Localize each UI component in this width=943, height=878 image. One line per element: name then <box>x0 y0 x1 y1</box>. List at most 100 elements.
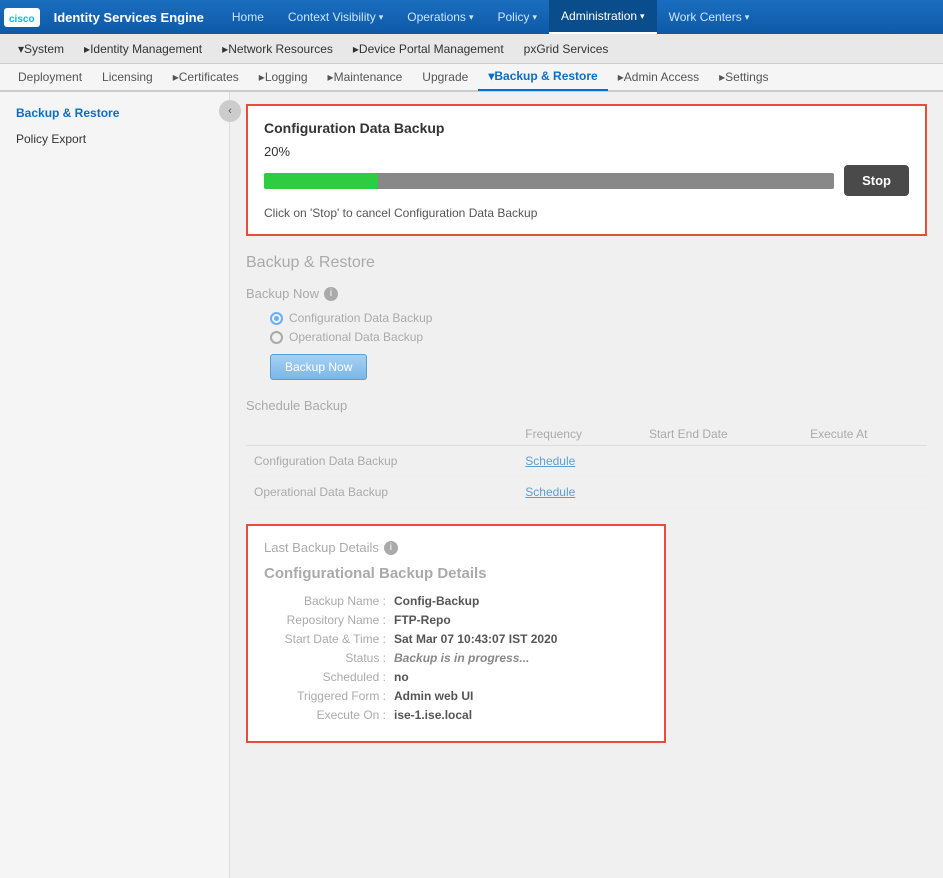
third-nav-upgrade[interactable]: Upgrade <box>412 63 478 91</box>
nav-work-centers[interactable]: Work Centers ▾ <box>657 0 762 34</box>
main-layout: ‹ Backup & Restore Policy Export Configu… <box>0 92 943 878</box>
second-nav-identity-mgmt[interactable]: ▸ Identity Management <box>74 34 212 64</box>
schedule-operational-start-end <box>802 477 927 508</box>
progress-hint: Click on 'Stop' to cancel Configuration … <box>264 206 909 220</box>
nav-work-centers-label: Work Centers <box>669 10 742 24</box>
schedule-col-name <box>246 423 517 446</box>
second-nav-bar: ▾ System ▸ Identity Management ▸ Network… <box>0 34 943 64</box>
radio-config-data-backup[interactable]: Configuration Data Backup <box>270 311 927 325</box>
schedule-table: Frequency Start End Date Execute At Conf… <box>246 423 927 508</box>
detail-label-scheduled: Scheduled : <box>264 670 394 684</box>
third-nav-admin-access[interactable]: ▸ Admin Access <box>608 63 709 91</box>
nav-context-visibility[interactable]: Context Visibility ▾ <box>276 0 395 34</box>
nav-administration[interactable]: Administration ▾ <box>549 0 657 34</box>
third-nav-backup-restore[interactable]: ▾ Backup & Restore <box>478 63 607 91</box>
progress-row: Stop <box>264 165 909 196</box>
progress-percent: 20% <box>264 144 909 159</box>
schedule-operational-frequency <box>641 477 802 508</box>
backup-now-label: Backup Now <box>246 286 319 301</box>
radio-config-data-backup-label: Configuration Data Backup <box>289 311 432 325</box>
backup-type-radio-group: Configuration Data Backup Operational Da… <box>270 311 927 344</box>
sidebar-item-policy-export[interactable]: Policy Export <box>0 126 229 152</box>
detail-row-start-date-time: Start Date & Time : Sat Mar 07 10:43:07 … <box>264 632 648 646</box>
detail-value-start-date-time: Sat Mar 07 10:43:07 IST 2020 <box>394 632 557 646</box>
sidebar-collapse-btn[interactable]: ‹ <box>219 100 241 122</box>
progress-bar-background <box>264 173 834 189</box>
third-nav-licensing[interactable]: Licensing <box>92 63 163 91</box>
schedule-operational-link[interactable]: Schedule <box>525 485 575 499</box>
detail-row-triggered-form: Triggered Form : Admin web UI <box>264 689 648 703</box>
nav-operations-arrow: ▾ <box>469 12 474 23</box>
stop-button[interactable]: Stop <box>844 165 909 196</box>
third-nav-licensing-label: Licensing <box>102 70 153 84</box>
nav-context-visibility-arrow: ▾ <box>379 12 384 23</box>
schedule-operational-schedule-link[interactable]: Schedule <box>517 477 641 508</box>
backup-restore-section-title: Backup & Restore <box>246 254 927 272</box>
detail-value-execute-on: ise-1.ise.local <box>394 708 472 722</box>
detail-row-backup-name: Backup Name : Config-Backup <box>264 594 648 608</box>
second-nav-system[interactable]: ▾ System <box>8 34 74 64</box>
schedule-col-start-end: Start End Date <box>641 423 802 446</box>
third-nav-logging-label: Logging <box>265 70 308 84</box>
detail-row-status: Status : Backup is in progress... <box>264 651 648 665</box>
cisco-logo-box: cisco <box>4 8 40 27</box>
third-nav-upgrade-label: Upgrade <box>422 70 468 84</box>
nav-policy-arrow: ▾ <box>532 12 537 23</box>
second-nav-identity-label: Identity Management <box>90 42 202 56</box>
sidebar-item-backup-restore[interactable]: Backup & Restore <box>0 100 229 126</box>
app-title: Identity Services Engine <box>54 10 204 25</box>
progress-title: Configuration Data Backup <box>264 120 909 136</box>
third-nav-maintenance[interactable]: ▸ Maintenance <box>318 63 413 91</box>
radio-operational-data-backup-btn[interactable] <box>270 331 283 344</box>
detail-label-status: Status : <box>264 651 394 665</box>
third-nav-certificates-label: Certificates <box>179 70 239 84</box>
schedule-config-frequency <box>641 446 802 477</box>
detail-value-backup-name: Config-Backup <box>394 594 479 608</box>
last-backup-header: Last Backup Details i <box>264 540 648 555</box>
schedule-config-start-end <box>802 446 927 477</box>
nav-work-centers-arrow: ▾ <box>745 12 750 23</box>
nav-operations[interactable]: Operations ▾ <box>395 0 485 34</box>
detail-label-backup-name: Backup Name : <box>264 594 394 608</box>
second-nav-network-resources[interactable]: ▸ Network Resources <box>212 34 343 64</box>
detail-row-execute-on: Execute On : ise-1.ise.local <box>264 708 648 722</box>
radio-config-data-backup-btn[interactable] <box>270 312 283 325</box>
third-nav-settings-label: Settings <box>725 70 768 84</box>
second-nav-device-portal[interactable]: ▸ Device Portal Management <box>343 34 514 64</box>
sidebar-item-policy-export-label: Policy Export <box>16 132 86 146</box>
last-backup-info-icon[interactable]: i <box>384 541 398 555</box>
radio-operational-data-backup[interactable]: Operational Data Backup <box>270 330 927 344</box>
schedule-config-schedule-link[interactable]: Schedule <box>517 446 641 477</box>
backup-now-info-icon[interactable]: i <box>324 287 338 301</box>
cisco-logo-text: cisco <box>9 14 35 25</box>
third-nav-settings[interactable]: ▸ Settings <box>709 63 778 91</box>
third-nav-deployment[interactable]: Deployment <box>8 63 92 91</box>
third-nav-bar: Deployment Licensing ▸ Certificates ▸ Lo… <box>0 64 943 92</box>
nav-home[interactable]: Home <box>220 0 276 34</box>
schedule-config-link[interactable]: Schedule <box>525 454 575 468</box>
second-nav-pxgrid-label: pxGrid Services <box>524 42 609 56</box>
backup-now-button[interactable]: Backup Now <box>270 354 367 380</box>
third-nav-maintenance-label: Maintenance <box>334 70 403 84</box>
nav-administration-arrow: ▾ <box>640 11 645 22</box>
schedule-col-execute-at: Execute At <box>802 423 927 446</box>
nav-home-label: Home <box>232 10 264 24</box>
detail-value-triggered-form: Admin web UI <box>394 689 473 703</box>
second-nav-pxgrid[interactable]: pxGrid Services <box>514 34 619 64</box>
detail-label-triggered-form: Triggered Form : <box>264 689 394 703</box>
detail-label-execute-on: Execute On : <box>264 708 394 722</box>
detail-row-repository-name: Repository Name : FTP-Repo <box>264 613 648 627</box>
third-nav-admin-label: Admin Access <box>624 70 699 84</box>
third-nav-certificates[interactable]: ▸ Certificates <box>163 63 249 91</box>
schedule-backup-section: Schedule Backup Frequency Start End Date… <box>246 398 927 508</box>
detail-label-start-date-time: Start Date & Time : <box>264 632 394 646</box>
sidebar-item-backup-restore-label: Backup & Restore <box>16 106 119 120</box>
third-nav-deployment-label: Deployment <box>18 70 82 84</box>
second-nav-system-label: System <box>24 42 64 56</box>
progress-bar-fill <box>264 173 378 189</box>
nav-policy[interactable]: Policy ▾ <box>485 0 549 34</box>
backup-restore-section: Backup & Restore Backup Now i Configurat… <box>246 254 927 743</box>
detail-value-status: Backup is in progress... <box>394 651 529 665</box>
third-nav-logging[interactable]: ▸ Logging <box>249 63 318 91</box>
second-nav-device-label: Device Portal Management <box>359 42 504 56</box>
